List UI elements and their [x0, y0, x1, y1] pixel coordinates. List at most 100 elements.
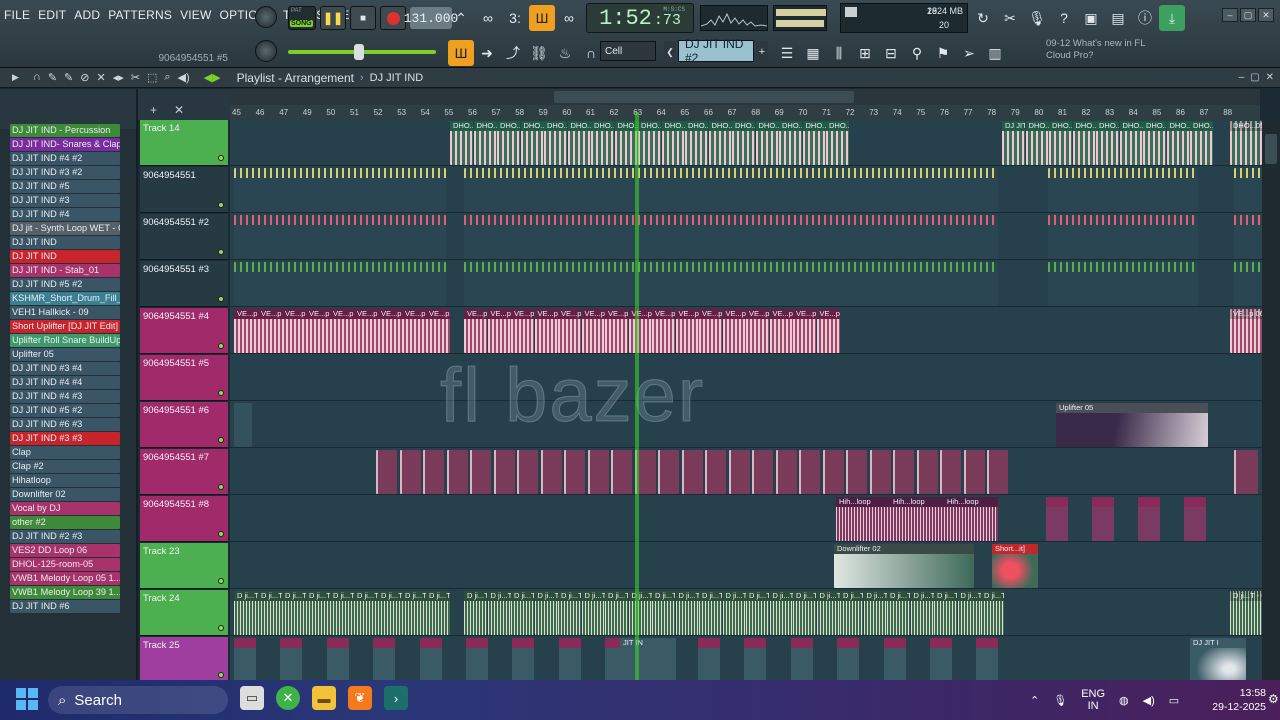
- playlist-clip[interactable]: DHO...05: [708, 121, 732, 165]
- track-header[interactable]: 9064954551 #6: [140, 402, 228, 448]
- playlist-clip[interactable]: [752, 450, 773, 494]
- playlist-clip[interactable]: VE...p 06: [402, 309, 426, 353]
- playback-tool-icon[interactable]: ◀): [178, 71, 190, 84]
- pattern-icon[interactable]: ⊞: [852, 40, 878, 66]
- track-header[interactable]: 9064954551 #4: [140, 308, 228, 354]
- playlist-clip[interactable]: [587, 450, 609, 494]
- playlist-clip[interactable]: [790, 638, 813, 680]
- piano-roll-icon[interactable]: Ш: [448, 40, 474, 66]
- channel-item[interactable]: DJ JIT IND #3: [10, 194, 120, 207]
- track-header[interactable]: Track 24: [140, 590, 228, 636]
- playlist-clip[interactable]: [466, 638, 488, 680]
- pause-button[interactable]: ❚❚: [320, 6, 346, 30]
- record-button[interactable]: [380, 6, 406, 30]
- browser-icon[interactable]: ⊟: [878, 40, 904, 66]
- playlist-clip[interactable]: VE...p 06: [426, 309, 450, 353]
- track-mute-led[interactable]: [218, 343, 224, 349]
- chevron-up-icon[interactable]: ⌃: [1030, 694, 1039, 707]
- track-lane[interactable]: D ji...T - GD ji...T - GD ji...T - GD ji…: [230, 590, 1262, 636]
- song-time-display[interactable]: M:S:CS 1:52:73: [586, 3, 694, 33]
- playhead[interactable]: [635, 112, 639, 680]
- timeline-ruler[interactable]: 4546474950515253545556575859606162636465…: [230, 105, 1260, 120]
- playlist-clip[interactable]: D ji...T - G: [354, 591, 378, 635]
- channel-item[interactable]: DJ JIT IND #4 #2: [10, 152, 120, 165]
- playlist-clip[interactable]: [464, 262, 998, 306]
- horizontal-scrollbar[interactable]: [230, 89, 1260, 105]
- playlist-clip[interactable]: DJ JIT I: [1002, 121, 1025, 165]
- playlist-clip[interactable]: [1048, 168, 1198, 212]
- channel-item[interactable]: KSHMR_Short_Drum_Fill_08...: [10, 292, 120, 305]
- playlist-clip[interactable]: [822, 450, 844, 494]
- playlist-clip[interactable]: D ji...T - G: [487, 591, 511, 635]
- track-header[interactable]: 9064954551 #7: [140, 449, 228, 495]
- playlist-clip[interactable]: D ji...T - G: [511, 591, 534, 635]
- playlist-clip[interactable]: [399, 450, 421, 494]
- playlist-clip[interactable]: [376, 450, 397, 494]
- paint-tool-icon[interactable]: ✎: [64, 71, 73, 84]
- playlist-clip[interactable]: DHO...05: [567, 121, 591, 165]
- share-icon[interactable]: ➢: [956, 40, 982, 66]
- slide-icon[interactable]: ⤴: [500, 40, 526, 66]
- playlist-clip[interactable]: DHO...05: [638, 121, 661, 165]
- fl-studio-icon[interactable]: ❦: [348, 686, 372, 710]
- playlist-clip[interactable]: D ji...T - G: [887, 591, 910, 635]
- playlist-clip[interactable]: D ji...T - G: [699, 591, 722, 635]
- playlist-clip[interactable]: [705, 450, 726, 494]
- playlist-clip[interactable]: [558, 638, 581, 680]
- language-indicator[interactable]: ENG IN: [1081, 688, 1105, 712]
- playlist-clip[interactable]: DHO...05: [1049, 121, 1072, 165]
- playlist-clip[interactable]: VE...p 06: [581, 309, 605, 353]
- channel-item[interactable]: DJ JIT IND #6: [10, 600, 120, 613]
- track-lane[interactable]: JIT IN DJ JIT I: [230, 637, 1262, 680]
- wait-input-icon[interactable]: ∞: [475, 5, 501, 31]
- playlist-clip[interactable]: VE...p 06: [234, 309, 258, 353]
- track-lane[interactable]: [230, 167, 1262, 213]
- pattern-selector[interactable]: DJ JIT IND #2: [678, 37, 754, 65]
- playlist-clip[interactable]: DHO...05: [1230, 121, 1262, 165]
- playlist-clip[interactable]: DHO...05: [755, 121, 779, 165]
- playlist-clip[interactable]: [234, 638, 256, 680]
- master-volume-knob[interactable]: [255, 6, 277, 28]
- tempo-tap-icon[interactable]: ⚑: [930, 40, 956, 66]
- playlist-clip[interactable]: VE...p 06: [605, 309, 628, 353]
- playlist-clip[interactable]: [446, 450, 468, 494]
- playlist-clip[interactable]: [423, 450, 444, 494]
- playlist-clip[interactable]: VE...p 06: [306, 309, 330, 353]
- playlist-clip[interactable]: [1234, 215, 1262, 259]
- playlist-clip[interactable]: [837, 638, 860, 680]
- playlist-clip[interactable]: DHO...05: [826, 121, 849, 165]
- countdown-icon[interactable]: 3:: [502, 5, 528, 31]
- playlist-clip[interactable]: DHO...05: [1166, 121, 1190, 165]
- mixer-icon[interactable]: ⫼: [826, 40, 852, 66]
- playlist-clip[interactable]: DHO...05: [1190, 121, 1213, 165]
- track-header[interactable]: Track 25: [140, 637, 228, 683]
- playlist-clip[interactable]: D ji...T - G: [793, 591, 816, 635]
- channel-item[interactable]: VWB1 Melody Loop 05 1...: [10, 572, 120, 585]
- playlist-clip[interactable]: Hih...loop: [944, 497, 998, 541]
- playlist-clip[interactable]: DHO...05: [779, 121, 802, 165]
- channel-item[interactable]: Clap: [10, 446, 120, 459]
- menu-view[interactable]: VIEW: [180, 8, 211, 26]
- channel-item[interactable]: DJ JIT IND #4: [10, 208, 120, 221]
- undo-icon[interactable]: ↻: [970, 5, 996, 31]
- menu-file[interactable]: FILE: [4, 8, 30, 26]
- playlist-clip[interactable]: DHO...05: [1096, 121, 1119, 165]
- master-volume-slider[interactable]: [288, 44, 436, 60]
- xbox-icon[interactable]: ✕: [276, 686, 300, 710]
- playlist-clip[interactable]: [775, 450, 797, 494]
- channel-rack-icon[interactable]: ▦: [800, 40, 826, 66]
- track-mute-led[interactable]: [218, 437, 224, 443]
- playlist-clip[interactable]: [976, 638, 999, 680]
- step-edit-icon[interactable]: Ш: [529, 5, 555, 31]
- track-lane[interactable]: VE...p 06VE...p 06VE...p 06VE...p 06VE..…: [230, 308, 1262, 354]
- channel-item[interactable]: VWB1 Melody Loop 39 1...: [10, 586, 120, 599]
- playlist-clip[interactable]: [698, 638, 720, 680]
- arrangement-icon[interactable]: ◀▶: [204, 71, 221, 84]
- playlist-clip[interactable]: DHO...05: [1119, 121, 1143, 165]
- playlist-clip[interactable]: [1234, 450, 1258, 494]
- playlist-clip[interactable]: VE...p 06: [511, 309, 534, 353]
- playlist-clip[interactable]: VE...p 06: [534, 309, 558, 353]
- playlist-clip[interactable]: [517, 450, 538, 494]
- delete-tool-icon[interactable]: ⊘: [80, 71, 89, 84]
- playlist-clip[interactable]: DJ JIT I: [1190, 638, 1246, 680]
